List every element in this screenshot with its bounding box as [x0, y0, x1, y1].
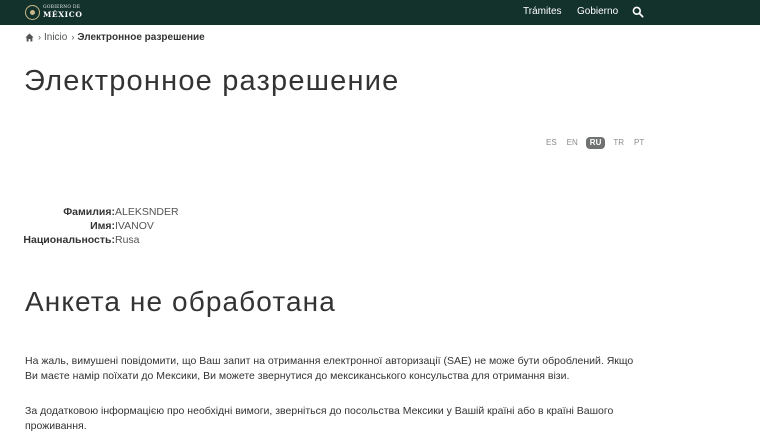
breadcrumb-current: Электронное разрешение [77, 31, 205, 43]
nationality-label: Национальность: [23, 234, 115, 246]
additional-info-message: За додатковою інформацією про необхідні … [25, 405, 614, 432]
lang-option-en[interactable]: EN [567, 137, 578, 149]
search-icon[interactable] [632, 5, 644, 18]
breadcrumb-inicio-link[interactable]: Inicio [44, 32, 67, 43]
name-value: IVANOV [115, 220, 154, 232]
home-icon[interactable] [25, 33, 34, 42]
breadcrumb-separator: › [71, 32, 75, 42]
nav-link-tramites[interactable]: Trámites [523, 0, 562, 25]
rejection-message: На жаль, вимушені повідомити, що Ваш зап… [25, 355, 634, 382]
gobierno-de-mexico-logo[interactable]: GOBIERNO DE MÉXICO [25, 2, 82, 22]
nav-link-gobierno[interactable]: Gobierno [577, 0, 618, 25]
language-switcher: ES EN RU TR PT [546, 137, 654, 149]
logo-text: GOBIERNO DE MÉXICO [43, 5, 83, 19]
status-title: Анкета не обработана [25, 286, 336, 317]
surname-value: ALEKSNDER [115, 206, 179, 218]
name-label: Имя: [90, 220, 115, 232]
top-nav-bar: GOBIERNO DE MÉXICO Trámites Gobierno [0, 0, 760, 25]
lang-option-pt[interactable]: PT [634, 137, 644, 149]
nationality-value: Rusa [115, 234, 140, 246]
mexico-seal-icon [25, 4, 40, 20]
logo-line-2: MÉXICO [43, 10, 83, 19]
lang-option-ru[interactable]: RU [585, 137, 606, 149]
lang-option-tr[interactable]: TR [613, 137, 624, 149]
breadcrumb-separator: › [38, 32, 41, 42]
page-title: Электронное разрешение [24, 65, 400, 97]
breadcrumb: › Inicio › Электронное разрешение [25, 30, 205, 44]
surname-label: Фамилия: [63, 206, 115, 218]
lang-option-es[interactable]: ES [546, 137, 557, 149]
